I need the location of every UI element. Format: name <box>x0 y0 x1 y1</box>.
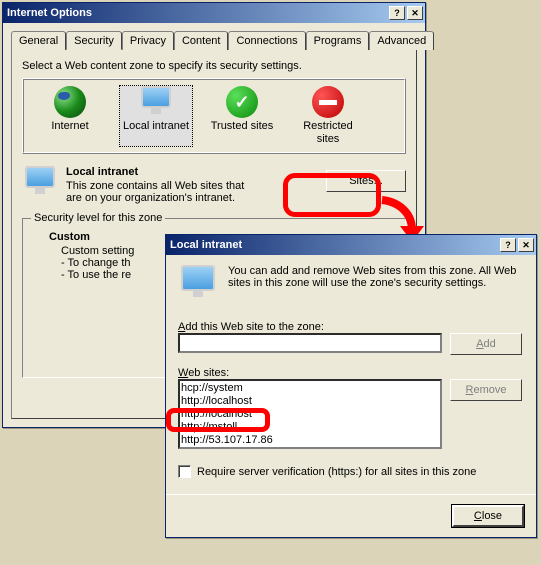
fieldset-legend: Security level for this zone <box>31 212 165 224</box>
zone-restricted-sites[interactable]: Restricted sites <box>292 86 364 146</box>
close-button[interactable]: ✕ <box>518 238 534 252</box>
web-sites-label: Web sites: <box>178 367 524 379</box>
globe-icon <box>54 86 86 118</box>
titlebar: Local intranet ? ✕ <box>166 235 536 255</box>
add-site-input[interactable] <box>178 333 442 353</box>
tab-advanced[interactable]: Advanced <box>369 31 434 50</box>
list-item[interactable]: http://53.107.17.86 <box>181 434 439 447</box>
tab-content[interactable]: Content <box>174 31 229 50</box>
zone-trusted-sites[interactable]: ✓ Trusted sites <box>206 86 278 146</box>
zone-instruction: Select a Web content zone to specify its… <box>22 60 406 72</box>
zone-local-intranet[interactable]: Local intranet <box>120 86 192 146</box>
dialog-message: You can add and remove Web sites from th… <box>228 265 524 305</box>
monitor-icon <box>22 166 58 202</box>
zone-title: Local intranet <box>66 166 318 178</box>
annotation-sites-ring <box>283 173 381 217</box>
close-dialog-button[interactable]: Close <box>452 505 524 527</box>
help-button[interactable]: ? <box>389 6 405 20</box>
zone-desc-text: This zone contains all Web sites that ar… <box>66 180 246 204</box>
tab-connections[interactable]: Connections <box>228 31 305 50</box>
help-button[interactable]: ? <box>500 238 516 252</box>
titlebar: Internet Options ? ✕ <box>3 3 425 23</box>
add-site-label: Add this Web site to the zone: <box>178 321 524 333</box>
zone-internet[interactable]: Internet <box>34 86 106 146</box>
list-item[interactable]: http://localhost <box>181 395 439 408</box>
tab-programs[interactable]: Programs <box>306 31 370 50</box>
add-button[interactable]: Add <box>450 333 522 355</box>
tab-security[interactable]: Security <box>66 31 122 50</box>
check-icon: ✓ <box>226 86 258 118</box>
require-https-label: Require server verification (https:) for… <box>197 466 476 478</box>
titlebar-text: Local intranet <box>170 239 498 251</box>
tab-general[interactable]: General <box>11 31 66 50</box>
require-https-row: Require server verification (https:) for… <box>178 465 524 478</box>
stop-icon <box>312 86 344 118</box>
monitor-icon <box>139 86 173 118</box>
local-intranet-dialog: Local intranet ? ✕ You can add and remov… <box>165 234 537 538</box>
monitor-icon <box>178 265 218 305</box>
divider <box>166 494 536 495</box>
dialog-body: You can add and remove Web sites from th… <box>166 255 536 537</box>
zone-selector: Internet Local intranet ✓ Trusted sites … <box>23 79 405 153</box>
titlebar-text: Internet Options <box>7 7 387 19</box>
remove-button[interactable]: Remove <box>450 379 522 401</box>
tab-privacy[interactable]: Privacy <box>122 31 174 50</box>
require-https-checkbox[interactable] <box>178 465 191 478</box>
list-item[interactable]: hcp://system <box>181 382 439 395</box>
tab-bar: General Security Privacy Content Connect… <box>11 31 417 50</box>
annotation-localhost-ring <box>166 408 270 432</box>
close-button[interactable]: ✕ <box>407 6 423 20</box>
dialog-header: You can add and remove Web sites from th… <box>178 265 524 305</box>
